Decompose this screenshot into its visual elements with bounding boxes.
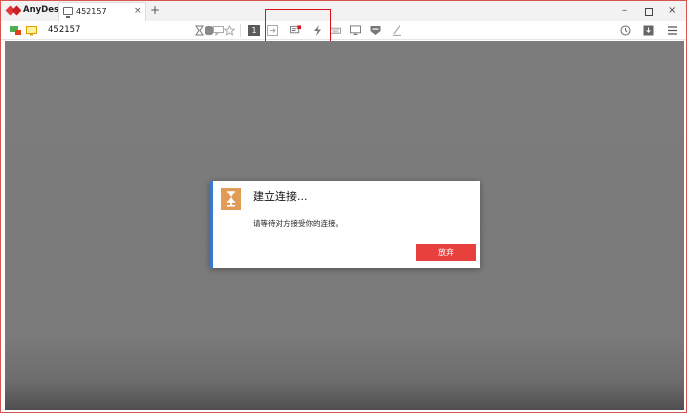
maximize-button[interactable] <box>645 8 653 16</box>
history-icon[interactable] <box>620 25 631 36</box>
close-button[interactable]: × <box>668 5 676 17</box>
hourglass-icon <box>221 188 241 210</box>
connecting-dialog: 建立连接... 请等待对方接受你的连接。 放弃 <box>210 181 480 268</box>
anydesk-logo <box>7 4 21 18</box>
privacy-icon[interactable] <box>370 25 381 36</box>
session-tab[interactable]: 452157 × <box>58 2 146 21</box>
tab-label: 452157 <box>76 7 107 16</box>
display-1-icon[interactable]: 1 <box>248 25 260 36</box>
download-icon[interactable] <box>643 25 654 36</box>
new-tab-button[interactable]: + <box>150 3 160 17</box>
minimize-button[interactable]: – <box>622 5 627 17</box>
toolbar: 452157 1 <box>1 21 686 40</box>
remote-status-icon <box>10 25 21 36</box>
dialog-title: 建立连接... <box>253 190 308 203</box>
title-bar: AnyDesk 452157 × + – × <box>1 1 686 21</box>
chat-icon <box>213 25 224 36</box>
star-icon[interactable] <box>224 25 235 36</box>
anydesk-window: AnyDesk 452157 × + – × 452157 1 建立连接... … <box>0 0 687 413</box>
menu-icon[interactable] <box>667 25 678 36</box>
pen-icon[interactable] <box>391 25 402 36</box>
monitor-icon <box>63 7 73 18</box>
tab-close-icon[interactable]: × <box>134 6 142 16</box>
keyboard-icon[interactable] <box>330 25 341 36</box>
abort-button[interactable]: 放弃 <box>416 244 476 261</box>
display-icon[interactable] <box>350 25 361 36</box>
toolbar-separator <box>240 24 241 37</box>
dialog-message: 请等待对方接受你的连接。 <box>253 219 343 228</box>
monitor-icon[interactable] <box>26 25 37 36</box>
address-text: 452157 <box>48 25 81 35</box>
